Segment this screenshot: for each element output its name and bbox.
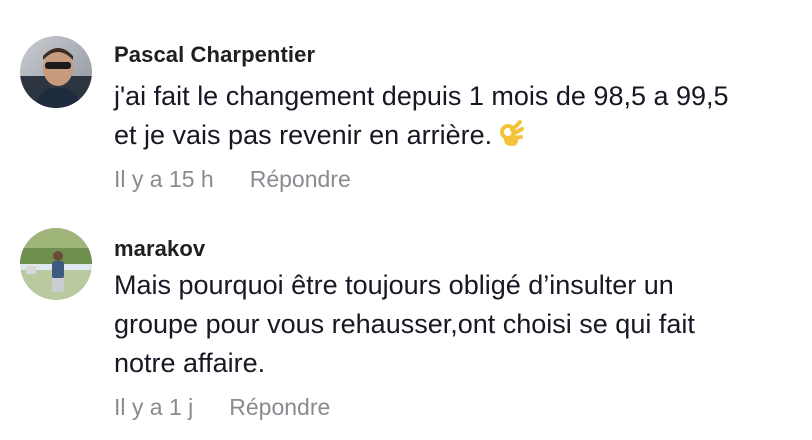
reply-button[interactable]: Répondre bbox=[229, 394, 330, 420]
ok-hand-icon bbox=[498, 120, 525, 159]
comment-meta: Il y a 1 j Répondre bbox=[114, 394, 330, 421]
comment-text-segment: et je vais pas revenir en arrière. bbox=[114, 120, 493, 150]
avatar[interactable] bbox=[20, 36, 92, 108]
avatar[interactable] bbox=[20, 228, 92, 300]
comment-timestamp: Il y a 15 h bbox=[114, 166, 214, 192]
comment-timestamp: Il y a 1 j bbox=[114, 394, 194, 420]
comment-text-line: groupe pour vous rehausser,ont choisi se… bbox=[114, 309, 695, 339]
comment-text-line: notre affaire. bbox=[114, 348, 266, 378]
comment-text-line: et je vais pas revenir en arrière. bbox=[114, 116, 804, 159]
comment-author[interactable]: Pascal Charpentier bbox=[114, 42, 315, 68]
comment-text-line: Mais pourquoi être toujours obligé d’ins… bbox=[114, 270, 674, 300]
comment-meta: Il y a 15 h Répondre bbox=[114, 166, 351, 193]
comment-text-line: j'ai fait le changement depuis 1 mois de… bbox=[114, 81, 729, 111]
comment-text: j'ai fait le changement depuis 1 mois de… bbox=[114, 77, 804, 159]
comment-author[interactable]: marakov bbox=[114, 236, 205, 262]
avatar-photo bbox=[20, 228, 92, 300]
reply-button[interactable]: Répondre bbox=[250, 166, 351, 192]
comment-text: Mais pourquoi être toujours obligé d’ins… bbox=[114, 266, 804, 383]
avatar-photo bbox=[20, 36, 92, 108]
